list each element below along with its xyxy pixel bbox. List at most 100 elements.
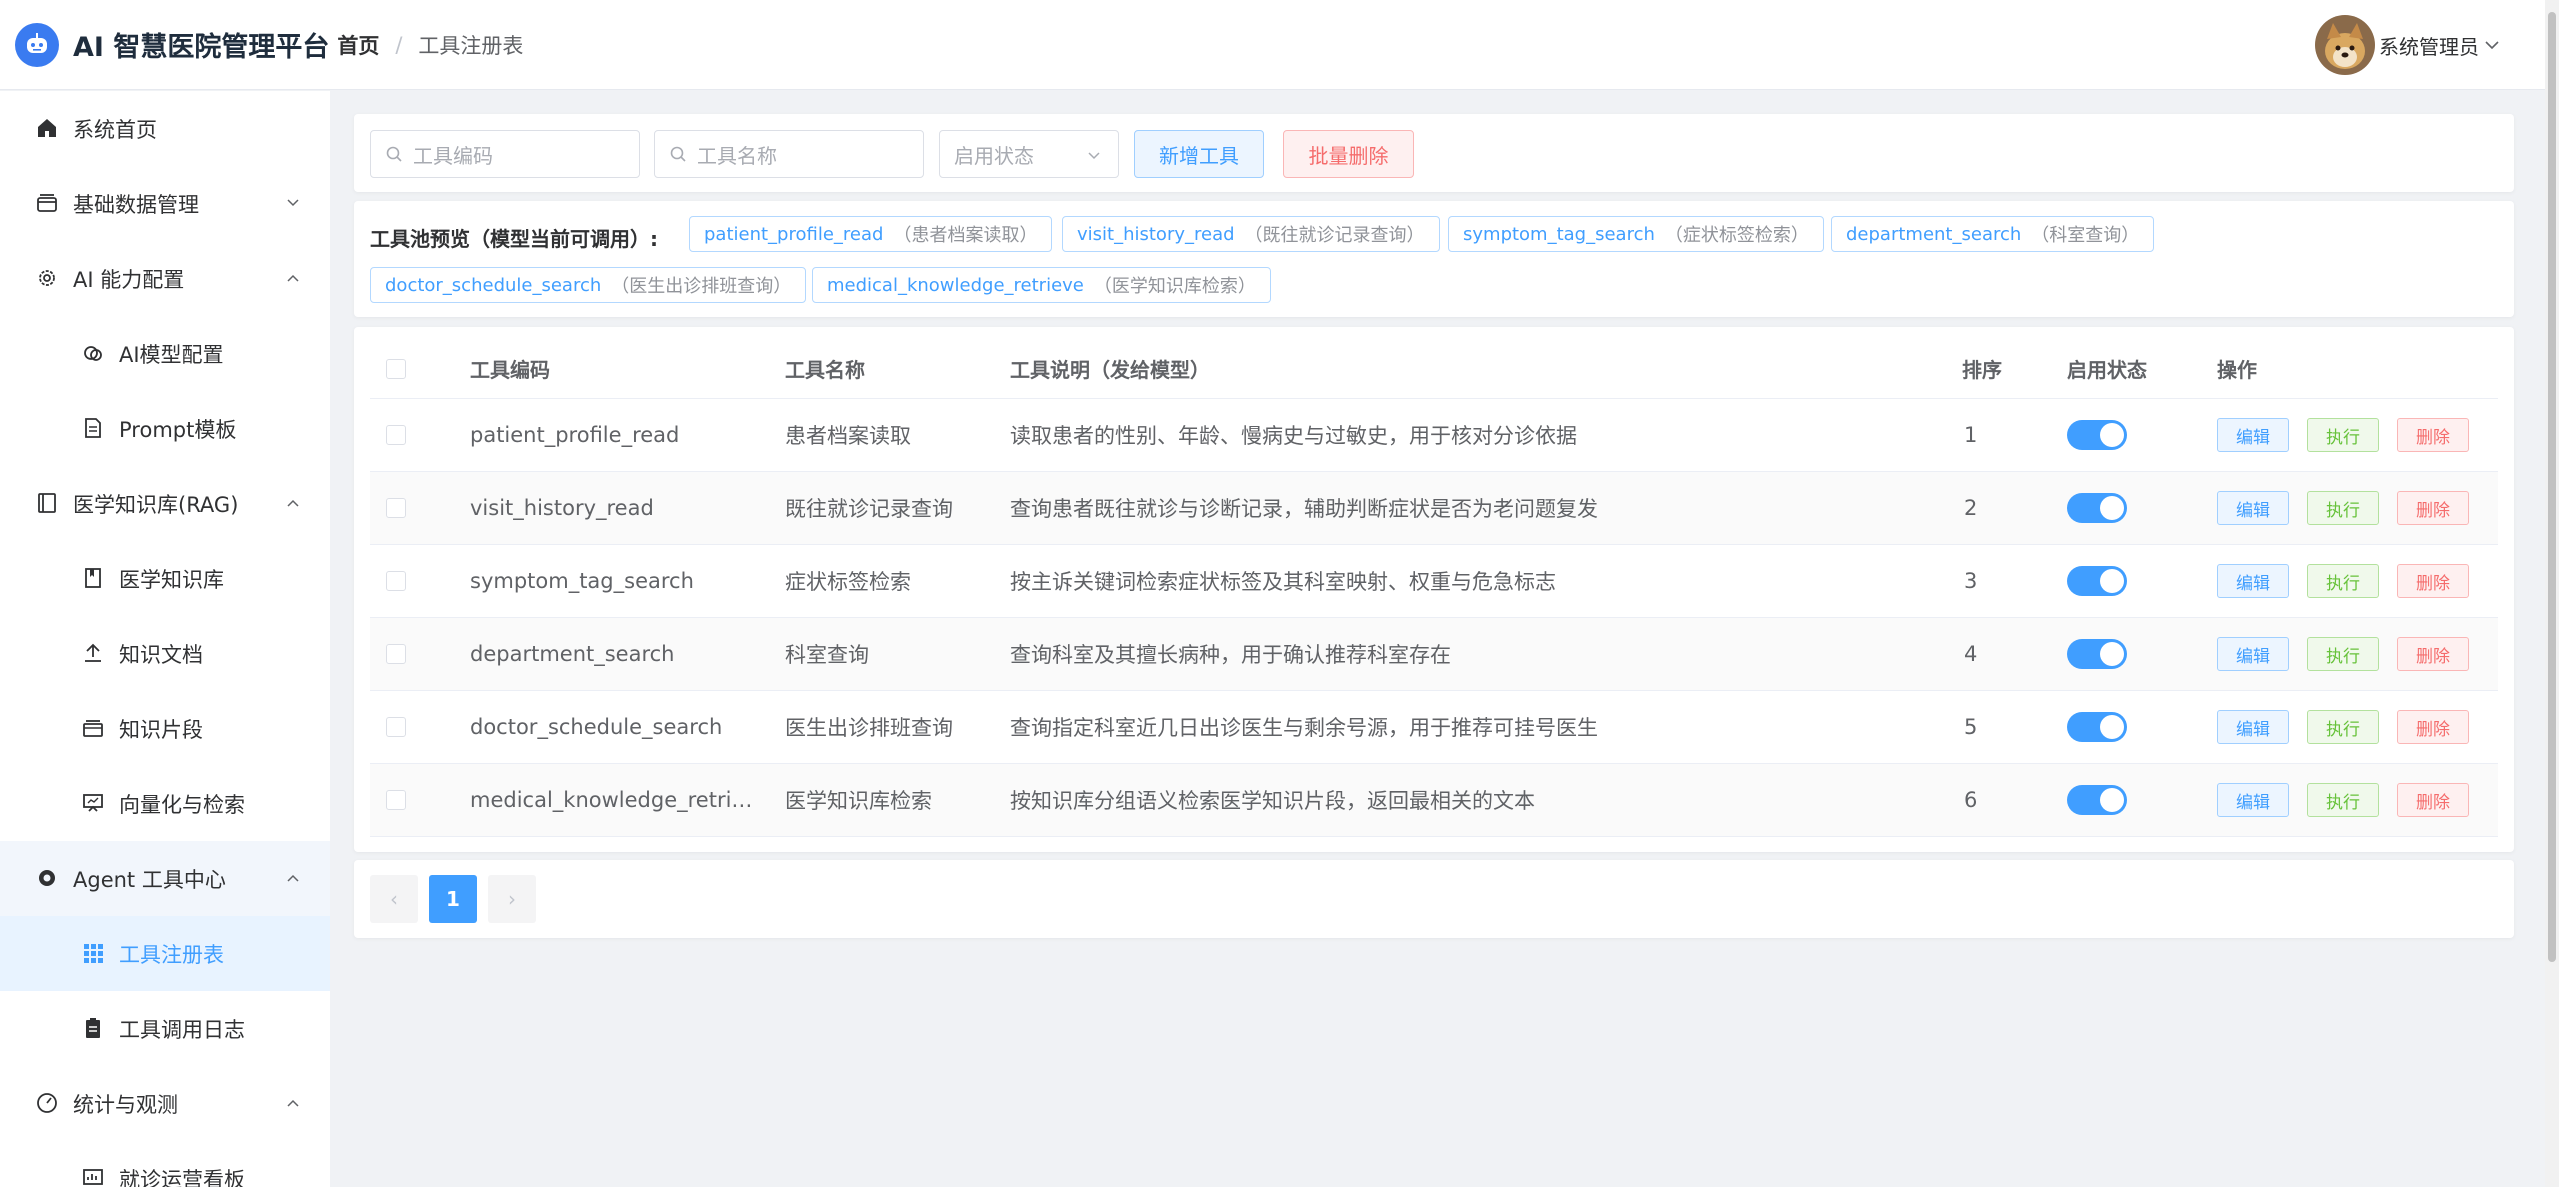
tool-tag-code: symptom_tag_search bbox=[1463, 223, 1655, 245]
chevron-up-icon bbox=[287, 1099, 299, 1107]
tool-tag[interactable]: symptom_tag_search （症状标签检索） bbox=[1448, 216, 1824, 252]
database-icon bbox=[37, 194, 57, 212]
sidebar-item-stats[interactable]: 统计与观测 bbox=[0, 1066, 330, 1141]
execute-button[interactable]: 执行 bbox=[2307, 418, 2379, 452]
delete-button[interactable]: 删除 bbox=[2397, 710, 2469, 744]
execute-button[interactable]: 执行 bbox=[2307, 637, 2379, 671]
delete-button[interactable]: 删除 bbox=[2397, 418, 2469, 452]
row-code: department_search bbox=[470, 642, 675, 666]
row-sort: 6 bbox=[1964, 788, 1978, 812]
enable-switch[interactable] bbox=[2067, 639, 2127, 669]
tool-tag-code: visit_history_read bbox=[1077, 223, 1235, 245]
scrollbar-thumb[interactable] bbox=[2548, 12, 2556, 962]
sidebar-item-rag[interactable]: 医学知识库(RAG) bbox=[0, 466, 330, 541]
row-desc: 按知识库分组语义检索医学知识片段，返回最相关的文本 bbox=[1010, 789, 1535, 813]
sidebar-item-tool-call-log[interactable]: 工具调用日志 bbox=[0, 991, 330, 1066]
tool-pool-preview: 工具池预览（模型当前可调用）: patient_profile_read （患者档… bbox=[354, 201, 2514, 317]
batch-delete-button[interactable]: 批量删除 bbox=[1283, 130, 1414, 178]
placeholder-text: 工具编码 bbox=[413, 143, 493, 168]
upload-icon bbox=[85, 643, 101, 662]
sidebar: 系统首页 基础数据管理 AI 能力配置 AI模型配置 Prompt模板 医学知识… bbox=[0, 91, 330, 1187]
page-number-1[interactable]: 1 bbox=[429, 875, 477, 923]
sidebar-item-agent-tools[interactable]: Agent 工具中心 bbox=[0, 841, 330, 916]
row-checkbox[interactable] bbox=[386, 498, 406, 518]
edit-button[interactable]: 编辑 bbox=[2217, 491, 2289, 525]
enable-switch[interactable] bbox=[2067, 785, 2127, 815]
edit-button[interactable]: 编辑 bbox=[2217, 710, 2289, 744]
book-icon bbox=[38, 493, 56, 513]
row-checkbox[interactable] bbox=[386, 717, 406, 737]
sidebar-item-base-data[interactable]: 基础数据管理 bbox=[0, 166, 330, 241]
execute-button[interactable]: 执行 bbox=[2307, 491, 2379, 525]
delete-button[interactable]: 删除 bbox=[2397, 637, 2469, 671]
grid-icon bbox=[84, 944, 103, 963]
chevron-down-icon bbox=[2485, 41, 2499, 50]
execute-button[interactable]: 执行 bbox=[2307, 783, 2379, 817]
row-desc: 查询指定科室近几日出诊医生与剩余号源，用于推荐可挂号医生 bbox=[1010, 716, 1598, 740]
tool-tag-name: （患者档案读取） bbox=[893, 225, 1038, 246]
edit-button[interactable]: 编辑 bbox=[2217, 564, 2289, 598]
delete-button[interactable]: 删除 bbox=[2397, 783, 2469, 817]
execute-button[interactable]: 执行 bbox=[2307, 710, 2379, 744]
row-name: 医生出诊排班查询 bbox=[785, 716, 953, 740]
sidebar-item-knowledge-base[interactable]: 医学知识库 bbox=[0, 541, 330, 616]
sidebar-item-label: 就诊运营看板 bbox=[119, 1167, 245, 1187]
sidebar-item-knowledge-docs[interactable]: 知识文档 bbox=[0, 616, 330, 691]
sidebar-item-home[interactable]: 系统首页 bbox=[0, 91, 330, 166]
edit-button[interactable]: 编辑 bbox=[2217, 418, 2289, 452]
row-name: 患者档案读取 bbox=[785, 424, 911, 448]
enable-switch[interactable] bbox=[2067, 712, 2127, 742]
status-select[interactable]: 启用状态 bbox=[939, 130, 1119, 178]
column-header-code: 工具编码 bbox=[470, 358, 550, 382]
sidebar-item-label: 工具注册表 bbox=[119, 942, 224, 967]
row-checkbox[interactable] bbox=[386, 425, 406, 445]
prev-page-button[interactable]: ‹ bbox=[370, 875, 418, 923]
sidebar-item-ai-model[interactable]: AI模型配置 bbox=[0, 316, 330, 391]
row-code: medical_knowledge_retri… bbox=[470, 788, 753, 812]
sidebar-item-knowledge-chunks[interactable]: 知识片段 bbox=[0, 691, 330, 766]
sidebar-item-label: Agent 工具中心 bbox=[73, 867, 226, 892]
tool-name-input[interactable]: 工具名称 bbox=[654, 130, 924, 178]
sidebar-item-ai-config[interactable]: AI 能力配置 bbox=[0, 241, 330, 316]
sidebar-item-visit-dashboard[interactable]: 就诊运营看板 bbox=[0, 1141, 330, 1187]
page-scrollbar[interactable] bbox=[2545, 0, 2559, 1187]
enable-switch[interactable] bbox=[2067, 420, 2127, 450]
next-page-button[interactable]: › bbox=[488, 875, 536, 923]
tool-code-input[interactable]: 工具编码 bbox=[370, 130, 640, 178]
tool-table: 工具编码 工具名称 工具说明（发给模型） 排序 启用状态 操作 patient_… bbox=[354, 327, 2514, 852]
app-title: AI 智慧医院管理平台 bbox=[73, 32, 330, 63]
edit-button[interactable]: 编辑 bbox=[2217, 637, 2289, 671]
tool-tag[interactable]: visit_history_read （既往就诊记录查询） bbox=[1062, 216, 1440, 252]
tool-tag[interactable]: department_search （科室查询） bbox=[1831, 216, 2155, 252]
enable-switch[interactable] bbox=[2067, 493, 2127, 523]
row-checkbox[interactable] bbox=[386, 790, 406, 810]
tool-tag[interactable]: medical_knowledge_retrieve （医学知识库检索） bbox=[812, 267, 1271, 303]
tool-pool-label: 工具池预览（模型当前可调用）: bbox=[370, 227, 658, 251]
sidebar-item-prompt-template[interactable]: Prompt模板 bbox=[0, 391, 330, 466]
row-checkbox[interactable] bbox=[386, 571, 406, 591]
column-header-name: 工具名称 bbox=[785, 358, 865, 382]
execute-button[interactable]: 执行 bbox=[2307, 564, 2379, 598]
delete-button[interactable]: 删除 bbox=[2397, 564, 2469, 598]
row-sort: 5 bbox=[1964, 715, 1978, 739]
row-checkbox[interactable] bbox=[386, 644, 406, 664]
user-menu[interactable]: 系统管理员 bbox=[2315, 15, 2501, 75]
sidebar-item-tool-registry[interactable]: 工具注册表 bbox=[0, 916, 330, 991]
chevron-down-icon bbox=[1088, 152, 1100, 160]
row-name: 科室查询 bbox=[785, 643, 869, 667]
breadcrumb-home[interactable]: 首页 bbox=[337, 30, 379, 60]
table-row: patient_profile_read 患者档案读取 读取患者的性别、年龄、慢… bbox=[370, 399, 2498, 472]
select-all-checkbox[interactable] bbox=[386, 358, 406, 379]
add-tool-button[interactable]: 新增工具 bbox=[1134, 130, 1264, 178]
sidebar-item-vector-search[interactable]: 向量化与检索 bbox=[0, 766, 330, 841]
column-header-sort: 排序 bbox=[1962, 358, 2002, 382]
delete-button[interactable]: 删除 bbox=[2397, 491, 2469, 525]
tool-tag[interactable]: patient_profile_read （患者档案读取） bbox=[689, 216, 1053, 252]
chevron-up-icon bbox=[287, 499, 299, 507]
tool-tag[interactable]: doctor_schedule_search （医生出诊排班查询） bbox=[370, 267, 807, 303]
settings-icon bbox=[39, 870, 55, 886]
breadcrumb: 首页 / 工具注册表 bbox=[337, 30, 523, 60]
column-header-status: 启用状态 bbox=[2067, 358, 2147, 382]
enable-switch[interactable] bbox=[2067, 566, 2127, 596]
edit-button[interactable]: 编辑 bbox=[2217, 783, 2289, 817]
